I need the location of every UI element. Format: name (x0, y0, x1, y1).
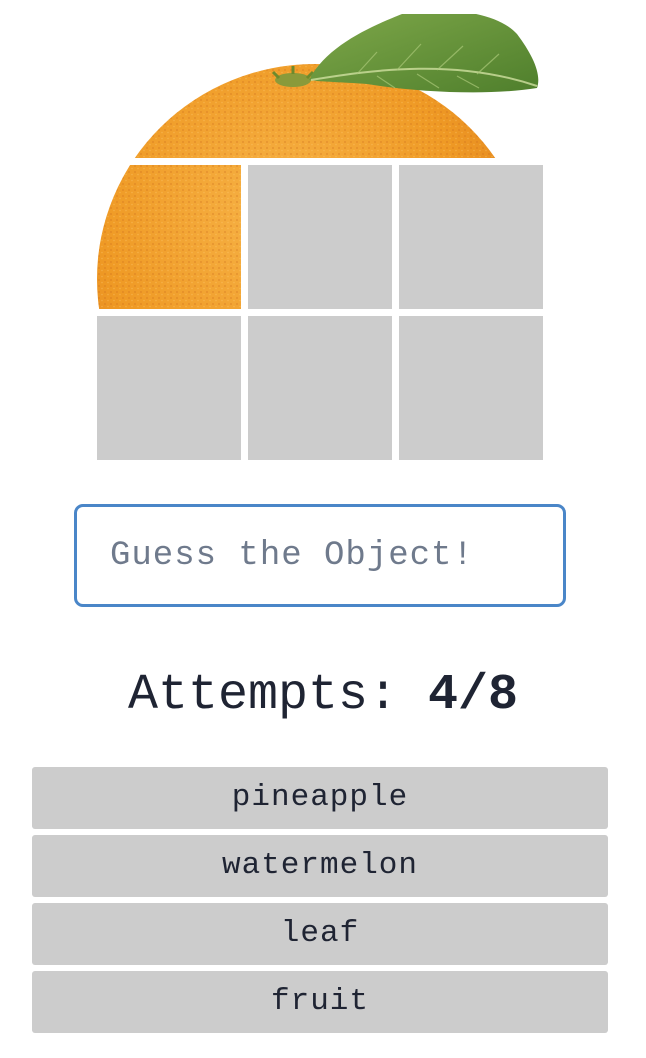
previous-guess-item: fruit (32, 971, 608, 1033)
attempts-counter: Attempts: 4/8 (0, 665, 646, 727)
puzzle-grid (97, 14, 543, 461)
hidden-tile (399, 316, 543, 460)
revealed-tile (97, 165, 241, 309)
revealed-tile (399, 14, 543, 158)
previous-guess-item: pineapple (32, 767, 608, 829)
hidden-tile (399, 165, 543, 309)
guess-input[interactable] (74, 504, 566, 607)
revealed-tile (97, 14, 241, 158)
revealed-tile (248, 14, 392, 158)
attempts-count: 4/8 (428, 667, 519, 724)
hidden-tile (248, 316, 392, 460)
previous-guess-item: leaf (32, 903, 608, 965)
hidden-tile (248, 165, 392, 309)
previous-guess-item: watermelon (32, 835, 608, 897)
attempts-label: Attempts: (127, 667, 398, 724)
hidden-tile (97, 316, 241, 460)
